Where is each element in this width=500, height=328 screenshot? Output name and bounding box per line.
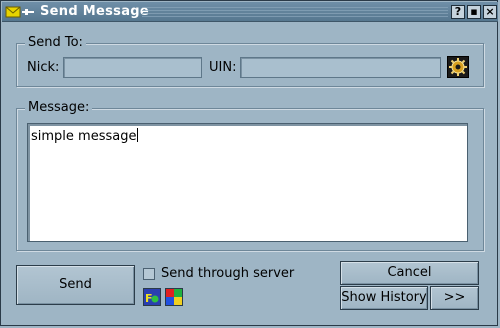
font-color-button[interactable]: F [143,288,161,306]
uin-field[interactable] [240,57,441,78]
font-color-icon: F [144,289,160,305]
help-button[interactable]: ? [451,5,465,19]
nick-field[interactable] [63,57,202,78]
send-through-server-checkbox[interactable] [143,268,155,280]
uin-label: UIN: [209,60,237,75]
title-bar[interactable]: Send Message ? ▪ × [2,2,498,22]
title-bar-grip [142,7,448,17]
text-cursor [137,128,139,142]
gear-icon [449,58,467,76]
send-to-label: Send To: [25,35,86,51]
color-picker-button[interactable] [165,288,183,306]
more-button[interactable]: >> [430,286,479,310]
send-message-window: Send Message ? ▪ × Send To: Nick: UIN: M… [0,0,498,326]
cancel-button[interactable]: Cancel [340,261,479,285]
minimize-button[interactable]: ▪ [467,5,481,19]
show-history-button[interactable]: Show History [340,286,428,310]
svg-text:F: F [145,292,153,305]
nick-label: Nick: [27,60,60,75]
window-title: Send Message [40,4,149,19]
message-text: simple message [31,129,137,144]
user-info-button[interactable] [447,56,469,78]
message-label: Message: [25,100,93,116]
envelope-icon[interactable] [5,5,35,19]
send-button[interactable]: Send [16,265,135,305]
color-palette-icon [166,289,182,305]
close-button[interactable]: × [483,5,497,19]
send-through-server-label[interactable]: Send through server [161,266,294,282]
message-textarea[interactable]: simple message [27,123,468,242]
